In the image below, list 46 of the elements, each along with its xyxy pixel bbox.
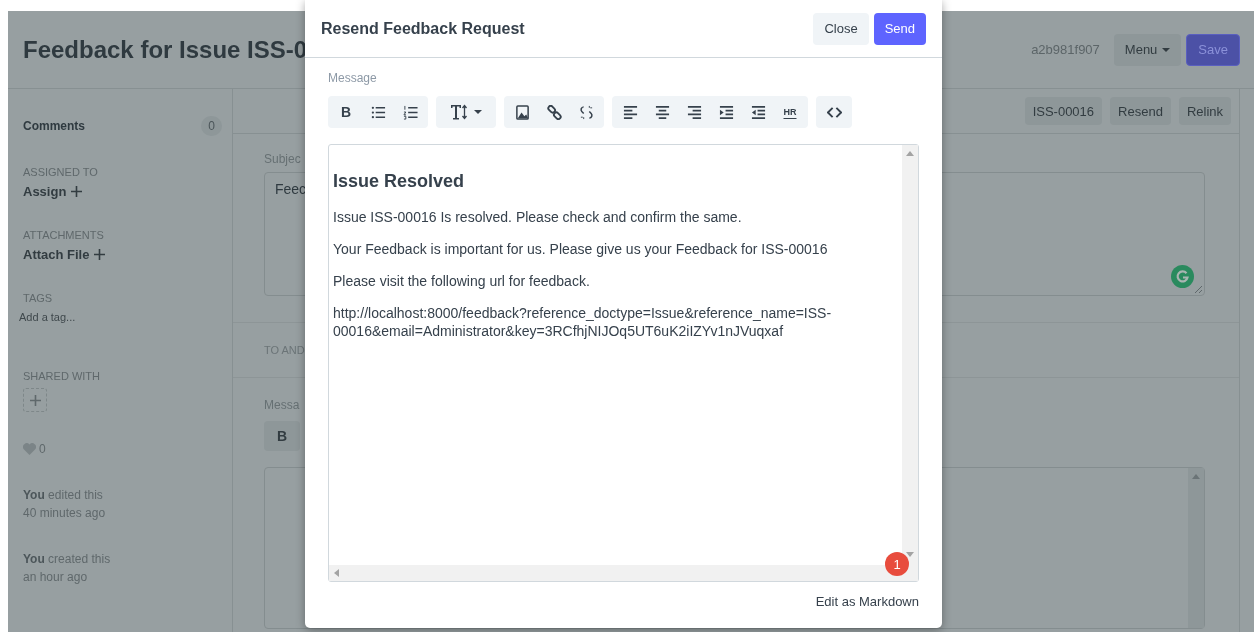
comments-label: Comments xyxy=(23,119,85,133)
plus-icon xyxy=(94,249,106,260)
editor-heading: Issue Resolved xyxy=(333,171,466,192)
align-center-icon xyxy=(654,104,670,120)
editor-paragraph: Your Feedback is important for us. Please give us your Feedback for ISS-00016 xyxy=(333,240,829,258)
image-icon xyxy=(514,104,530,120)
menu-button[interactable]: Menu xyxy=(1113,33,1182,66)
comment-count: 0 xyxy=(201,116,222,136)
close-button[interactable]: Close xyxy=(813,12,869,45)
assign-link[interactable]: Assign xyxy=(23,184,83,199)
editor-paragraph: Please visit the following url for feedback. xyxy=(333,272,591,290)
toolbar-button[interactable]: Relink xyxy=(1178,97,1231,125)
unlink-icon xyxy=(578,104,594,120)
edit-as-markdown-link[interactable]: Edit as Markdown xyxy=(815,594,919,609)
resize-handle-icon[interactable] xyxy=(1194,285,1203,294)
editor-paragraph: Issue ISS-00016 Is resolved. Please check and confirm the same. xyxy=(333,208,743,226)
plus-icon xyxy=(29,394,41,406)
tag-input[interactable]: Add a tag... xyxy=(19,311,139,323)
page-title: Feedback for Issue ISS-0 xyxy=(23,35,309,64)
attach-file-link[interactable]: Attach File xyxy=(23,247,106,262)
toolbar-button[interactable]: ISS-00016 xyxy=(1024,97,1103,125)
numbered-list-icon xyxy=(402,104,418,120)
indent-icon xyxy=(718,104,734,120)
field-label: Message xyxy=(328,71,378,85)
section-heading: TAGS xyxy=(23,292,54,304)
text-size-icon xyxy=(450,104,468,120)
grammar-issue-badge[interactable]: 1 xyxy=(885,552,909,576)
section-heading: SHARED WITH xyxy=(23,370,101,382)
caret-icon xyxy=(474,110,482,114)
caret-icon xyxy=(1162,47,1171,52)
bold-button[interactable]: B xyxy=(264,421,300,451)
align-left-icon xyxy=(622,104,638,120)
align-right-icon xyxy=(686,104,702,120)
plus-icon xyxy=(71,186,83,197)
outdent-icon xyxy=(750,104,766,120)
save-button[interactable]: Save xyxy=(1186,33,1240,66)
document-id: a2b981f907 xyxy=(1031,42,1100,57)
grammar-check-icon[interactable] xyxy=(1171,265,1194,288)
dialog-title: Resend Feedback Request xyxy=(321,19,526,38)
send-button[interactable]: Send xyxy=(873,12,926,45)
toolbar-button[interactable]: Resend xyxy=(1110,97,1171,125)
link-icon xyxy=(546,104,562,120)
bold-button[interactable]: B xyxy=(330,96,362,128)
horizontal-rule-button[interactable]: HR xyxy=(774,96,806,128)
section-heading: ATTACHMENTS xyxy=(23,229,105,241)
bullet-list-icon xyxy=(370,104,386,120)
